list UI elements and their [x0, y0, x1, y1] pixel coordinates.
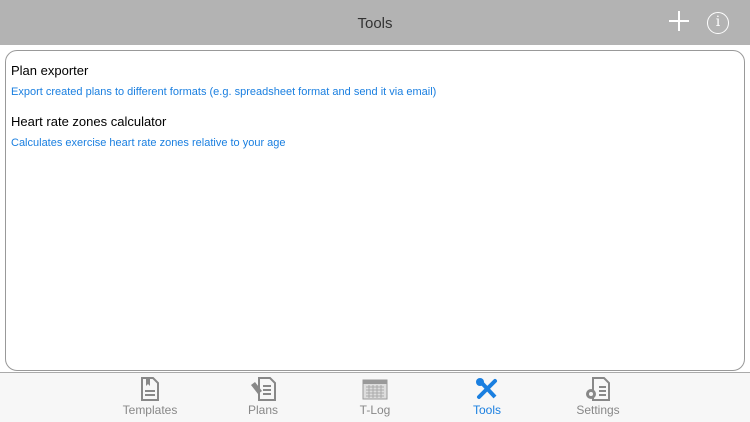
tool-title: Heart rate zones calculator — [11, 114, 167, 129]
tools-list: Plan exporter Export created plans to di… — [5, 50, 745, 371]
plans-icon — [251, 377, 276, 401]
nav-bar: Tools i — [0, 0, 750, 45]
page-title: Tools — [357, 15, 393, 32]
tool-plan-exporter[interactable]: Plan exporter Export created plans to di… — [6, 63, 744, 98]
tab-templates[interactable]: Templates — [105, 377, 195, 417]
templates-icon — [141, 377, 159, 401]
plus-icon[interactable] — [668, 10, 690, 32]
tool-description: Export created plans to different format… — [11, 86, 437, 98]
tab-bar: Templates Plans T-Log Tools Settings — [0, 372, 750, 422]
info-icon[interactable]: i — [707, 12, 729, 34]
tab-settings[interactable]: Settings — [553, 377, 643, 417]
settings-icon — [586, 377, 610, 401]
tab-t-log[interactable]: T-Log — [330, 377, 420, 417]
tab-tools[interactable]: Tools — [442, 377, 532, 417]
tool-description: Calculates exercise heart rate zones rel… — [11, 137, 286, 149]
tools-icon — [476, 378, 497, 399]
tab-label: Settings — [576, 403, 620, 417]
tab-label: Templates — [122, 403, 178, 417]
tool-heart-rate-calculator[interactable]: Heart rate zones calculator Calculates e… — [6, 114, 744, 149]
tab-plans[interactable]: Plans — [218, 377, 308, 417]
tab-label: Plans — [247, 403, 279, 417]
calendar-icon — [362, 379, 388, 400]
tab-label: Tools — [472, 403, 501, 417]
tool-title: Plan exporter — [11, 63, 89, 78]
tab-label: T-Log — [359, 403, 391, 417]
